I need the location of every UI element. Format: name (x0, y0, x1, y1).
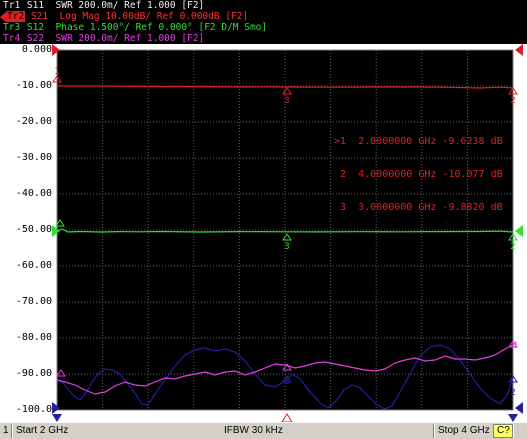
y-axis-label: -80.00 (15, 332, 52, 343)
y-axis-label: -40.00 (15, 188, 52, 199)
trace-3-id[interactable]: Tr3 (2, 22, 21, 33)
trace-4-header[interactable]: Tr4 S22 SWR 200.0m/ Ref 1.000 [F2] (2, 33, 204, 44)
y-axis-label: -20.00 (15, 116, 52, 127)
y-axis-label: -60.00 (15, 260, 52, 271)
trace-1-text: S11 SWR 200.0m/ Ref 1.000 [F2] (26, 0, 205, 11)
y-axis-label: -30.00 (15, 152, 52, 163)
y-axis-label: -100.0 (15, 404, 52, 415)
start-frequency[interactable]: Start 2 GHz (16, 425, 68, 437)
svg-text:4: 4 (512, 341, 517, 351)
marker-row-1[interactable]: >1 2.0000000 GHz -9.6238 dB (334, 136, 503, 147)
stop-frequency[interactable]: Stop 4 GHz (438, 425, 490, 437)
trace-3-header[interactable]: Tr3 S12 Phase 1.500°/ Ref 0.000° [F2 D/M… (2, 22, 267, 33)
y-axis-label: -70.00 (15, 296, 52, 307)
status-bar: 1 Start 2 GHz IFBW 30 kHz Stop 4 GHz C? (0, 422, 527, 439)
svg-text:2: 2 (510, 242, 515, 252)
y-axis-label: -90.00 (15, 368, 52, 379)
trace-3-text: S12 Phase 1.500°/ Ref 0.000° [F2 D/M Smo… (26, 22, 268, 33)
svg-text:2: 2 (510, 96, 515, 106)
svg-text:2: 2 (510, 388, 515, 398)
marker-row-3[interactable]: 3 3.0000000 GHz -9.8820 dB (334, 202, 503, 213)
svg-text:1: 1 (54, 67, 59, 77)
y-axis-label: 0.000 (21, 44, 52, 55)
trace-1-id[interactable]: Tr1 (2, 0, 21, 11)
trace-header: Tr1 S11 SWR 200.0m/ Ref 1.000 [F2] Tr2 S… (0, 0, 527, 44)
y-axis-label: -10.00 (15, 80, 52, 91)
trace-2-header[interactable]: Tr2 S21 Log Mag 10.00dB/ Ref 0.000dB [F2… (0, 11, 249, 22)
svg-text:3: 3 (284, 96, 289, 106)
marker-table[interactable]: >1 2.0000000 GHz -9.6238 dB 2 4.0000000 … (334, 114, 503, 235)
trace-1-header[interactable]: Tr1 S11 SWR 200.0m/ Ref 1.000 [F2] (2, 0, 204, 11)
y-axis-label: -50.00 (15, 224, 52, 235)
trace-2-id[interactable]: Tr2 (6, 11, 26, 22)
plot-area[interactable]: 1 3 2 3 2 3 4 2 0.000 -10.00 -20.00 -30.… (0, 44, 527, 422)
svg-text:3: 3 (284, 242, 289, 252)
trace-4-text: S22 SWR 200.0m/ Ref 1.000 [F2] (26, 33, 205, 44)
trace-4-id[interactable]: Tr4 (2, 33, 21, 44)
marker-row-2[interactable]: 2 4.0000000 GHz -10.077 dB (334, 169, 503, 180)
svg-text:3: 3 (284, 377, 289, 387)
channel-number[interactable]: 1 (3, 425, 9, 437)
ifbw[interactable]: IFBW 30 kHz (224, 425, 283, 437)
trace-2-text: S21 Log Mag 10.00dB/ Ref 0.000dB [F2] (30, 11, 249, 22)
correction-badge[interactable]: C? (493, 424, 514, 438)
